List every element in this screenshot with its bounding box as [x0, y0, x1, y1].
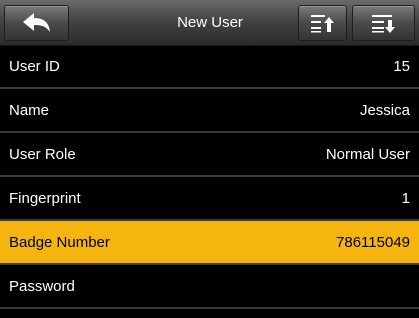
new-user-screen: New User User ID 15 Name Jessica User Ro…: [0, 0, 419, 318]
field-value: 1: [401, 190, 410, 207]
back-arrow-icon: [22, 13, 50, 32]
field-label: User ID: [9, 58, 60, 75]
badge-number-row[interactable]: Badge Number 786115049: [0, 221, 419, 265]
name-row[interactable]: Name Jessica: [0, 89, 419, 133]
field-label: Password: [9, 278, 75, 295]
page-title: New User: [177, 14, 243, 31]
field-value: 15: [393, 58, 410, 75]
password-row[interactable]: Password: [0, 265, 419, 309]
back-button[interactable]: [4, 5, 69, 41]
field-label: Badge Number: [9, 234, 110, 251]
header-bar: New User: [0, 0, 419, 46]
list-page-down-icon: [371, 15, 395, 33]
list-page-up-icon: [310, 15, 334, 33]
field-value: Normal User: [325, 146, 410, 163]
user-role-row[interactable]: User Role Normal User: [0, 133, 419, 177]
field-value: 786115049: [336, 234, 410, 251]
field-label: Name: [9, 102, 50, 119]
user-field-list: User ID 15 Name Jessica User Role Normal…: [0, 45, 419, 309]
field-label: User Role: [9, 146, 76, 163]
page-down-button[interactable]: [352, 5, 415, 41]
field-value: Jessica: [359, 102, 410, 119]
field-label: Fingerprint: [9, 190, 81, 207]
page-up-button[interactable]: [298, 5, 347, 41]
user-id-row[interactable]: User ID 15: [0, 45, 419, 89]
fingerprint-row[interactable]: Fingerprint 1: [0, 177, 419, 221]
